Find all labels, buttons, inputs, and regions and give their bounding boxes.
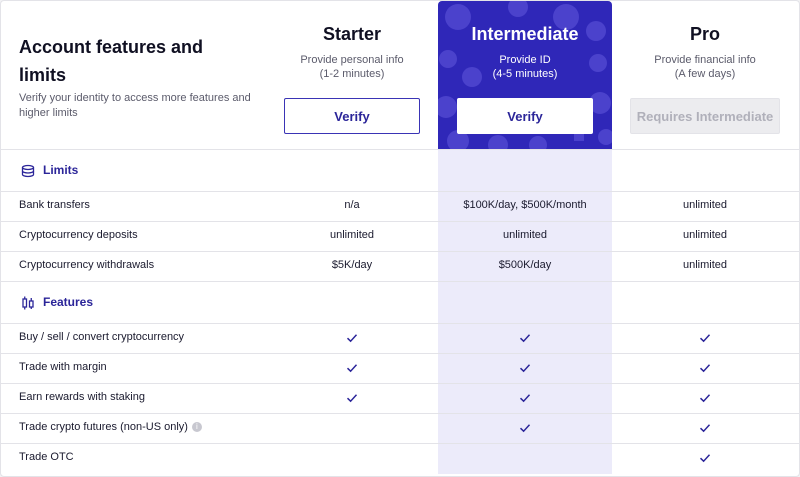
table-row: Cryptocurrency deposits unlimited unlimi… xyxy=(1,221,800,251)
checkmark-icon xyxy=(699,364,711,373)
checkmark-icon xyxy=(699,424,711,433)
row-label-text: Trade with margin xyxy=(19,361,107,373)
table-row: Bank transfers n/a $100K/day, $500K/mont… xyxy=(1,191,800,221)
plan-intermediate: Intermediate Provide ID (4-5 minutes) Ve… xyxy=(438,1,612,149)
account-features-card: Account features and limits Verify your … xyxy=(0,0,800,477)
section-label: Features xyxy=(43,295,94,309)
checkmark-icon xyxy=(346,394,358,403)
checkmark-icon xyxy=(519,424,531,433)
checkmark-icon xyxy=(519,394,531,403)
checkmark-icon xyxy=(699,394,711,403)
row-label: Trade crypto futures (non-US only) i xyxy=(19,421,202,433)
row-label: Bank transfers xyxy=(19,199,90,211)
section-limits: Limits xyxy=(1,150,800,192)
row-label: Earn rewards with staking xyxy=(19,391,145,403)
row-label-text: Trade OTC xyxy=(19,451,74,463)
cell-pro: unlimited xyxy=(682,199,728,211)
plan-title: Intermediate xyxy=(471,24,579,44)
checkmark-icon xyxy=(346,334,358,343)
plan-description-line: Provide financial info xyxy=(654,54,756,66)
cell-starter: $5K/day xyxy=(331,259,373,271)
info-icon[interactable]: i xyxy=(191,422,202,433)
table-row: Cryptocurrency withdrawals $5K/day $500K… xyxy=(1,251,800,281)
row-label-text: Trade crypto futures (non-US only) xyxy=(19,421,188,433)
checkmark-icon xyxy=(699,454,711,463)
cell-intermediate: $100K/day, $500K/month xyxy=(463,199,587,211)
plan-description-line: Provide personal info xyxy=(300,54,404,66)
page-subtitle: Verify your identity to access more feat… xyxy=(19,92,251,119)
verify-starter-button[interactable]: Verify xyxy=(284,98,420,134)
plan-description: Provide personal info (1-2 minutes) xyxy=(265,53,439,83)
row-label: Cryptocurrency withdrawals xyxy=(19,259,155,271)
checkmark-icon xyxy=(519,364,531,373)
checkmark-icon xyxy=(699,334,711,343)
plan-title: Starter xyxy=(322,24,382,44)
row-label: Trade with margin xyxy=(19,361,107,373)
plan-description: Provide ID (4-5 minutes) xyxy=(438,53,612,83)
row-label: Buy / sell / convert cryptocurrency xyxy=(19,331,184,343)
table-row: Earn rewards with staking xyxy=(1,383,800,413)
row-label-text: Earn rewards with staking xyxy=(19,391,145,403)
row-label: Cryptocurrency deposits xyxy=(19,229,138,241)
cell-intermediate: $500K/day xyxy=(498,259,552,271)
cell-intermediate: unlimited xyxy=(502,229,548,241)
section-label: Limits xyxy=(43,163,79,177)
plan-duration: (A few days) xyxy=(674,68,736,80)
plan-starter: Starter Provide personal info (1-2 minut… xyxy=(265,1,439,134)
checkmark-icon xyxy=(519,334,531,343)
cell-pro: unlimited xyxy=(682,229,728,241)
section-features: Features xyxy=(1,282,800,324)
table-row: Buy / sell / convert cryptocurrency xyxy=(1,323,800,353)
verify-intermediate-button[interactable]: Verify xyxy=(457,98,593,134)
plan-description: Provide financial info (A few days) xyxy=(618,53,792,83)
checkmark-icon xyxy=(346,364,358,373)
table-row: Trade crypto futures (non-US only) i xyxy=(1,413,800,443)
plan-pro: Pro Provide financial info (A few days) … xyxy=(618,1,792,134)
page-title: Account features and limits xyxy=(19,37,204,85)
row-label: Trade OTC xyxy=(19,451,74,463)
row-label-text: Buy / sell / convert cryptocurrency xyxy=(19,331,185,343)
plan-duration: (4-5 minutes) xyxy=(492,68,558,80)
requires-intermediate-button: Requires Intermediate xyxy=(630,98,780,134)
table-row: Trade with margin xyxy=(1,353,800,383)
cell-pro: unlimited xyxy=(682,259,728,271)
coins-icon xyxy=(21,164,35,178)
plan-title: Pro xyxy=(689,24,720,44)
candlestick-icon xyxy=(22,296,34,310)
cell-starter: n/a xyxy=(344,199,360,211)
plan-duration: (1-2 minutes) xyxy=(319,68,385,80)
plan-description-line: Provide ID xyxy=(499,54,551,66)
table-row: Trade OTC xyxy=(1,443,800,473)
cell-starter: unlimited xyxy=(329,229,375,241)
